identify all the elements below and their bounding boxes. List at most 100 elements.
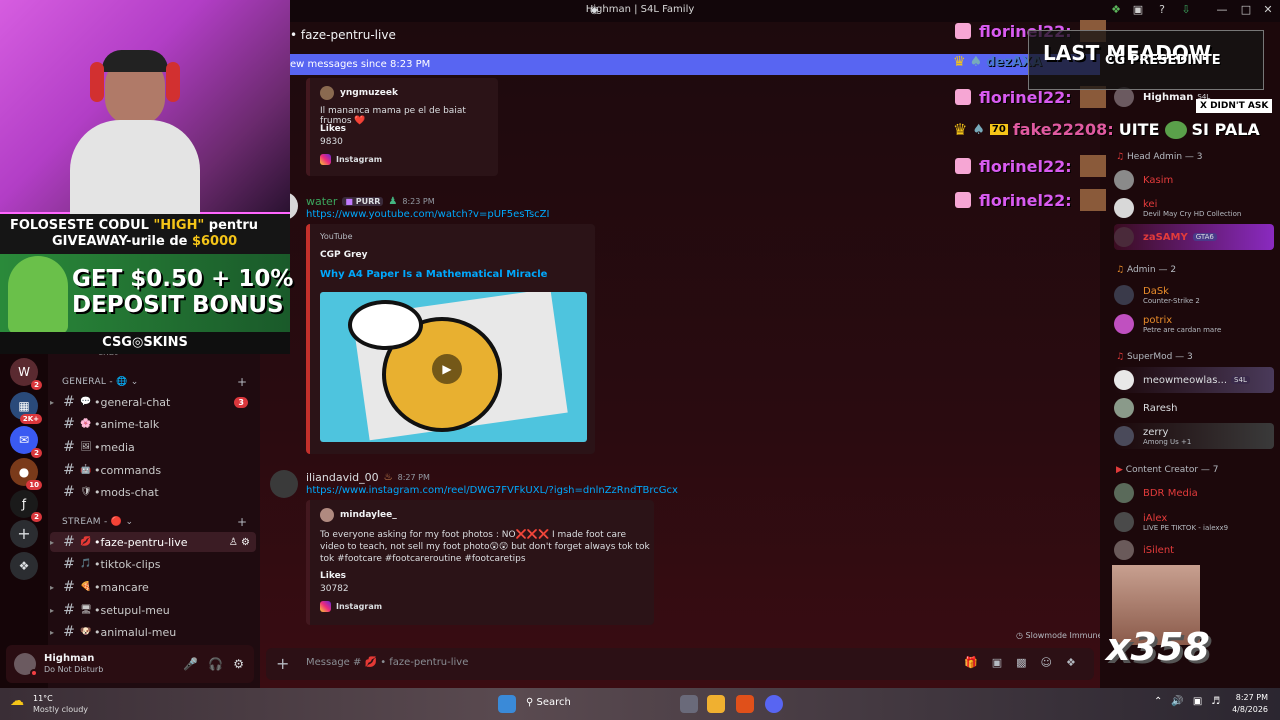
invite-and-settings-icons[interactable]: ♙ ⚙	[229, 537, 250, 548]
member-row[interactable]: Raresh	[1114, 395, 1177, 421]
taskview-icon[interactable]	[680, 695, 698, 713]
slowmode-indicator: ◷ Slowmode Immune	[1016, 631, 1103, 640]
video-title[interactable]: Why A4 Paper Is a Mathematical Miracle	[320, 269, 547, 280]
gear-icon[interactable]: ⚙	[233, 657, 244, 671]
add-channel-icon[interactable]: +	[237, 515, 247, 529]
apps-icon[interactable]: ❖	[1066, 656, 1076, 669]
emote-counter: x358	[1106, 625, 1210, 669]
start-icon[interactable]	[498, 695, 516, 713]
embed-author[interactable]: mindaylee_	[340, 510, 397, 520]
network-icon[interactable]: ▣	[1193, 696, 1202, 707]
channel-setupul-meu[interactable]: ▸ # 🖥 • setupul-meu	[50, 600, 256, 620]
hash-icon: #	[63, 394, 75, 410]
weather-icon: ☁	[10, 693, 24, 709]
likes-count: 30782	[320, 584, 349, 594]
microphone-icon[interactable]: 🎤	[183, 657, 198, 671]
avatar[interactable]	[270, 470, 298, 498]
emoji-icon[interactable]: ☺	[1041, 656, 1052, 669]
discover-icon[interactable]: ❖	[10, 552, 38, 580]
server-icon-dark[interactable]: ƒ2	[10, 490, 42, 522]
channel-faze-pentru-live[interactable]: ▸ # 💋 • faze-pentru-live ♙ ⚙	[50, 532, 256, 552]
file-explorer-icon[interactable]	[707, 695, 725, 713]
channel-general-chat[interactable]: ▸ # 💬 • general-chat 3	[50, 392, 256, 412]
member-name: iSilent	[1143, 544, 1175, 556]
weather-temp[interactable]: 11°C	[33, 694, 53, 703]
overlay-chat-line: florinel22:	[955, 189, 1106, 211]
likes-label: Likes	[320, 124, 347, 134]
member-row[interactable]: meowmeowlas... S4L	[1114, 367, 1274, 393]
member-name: meowmeowlas...	[1143, 374, 1228, 386]
speaker-icon[interactable]: ♬	[1211, 696, 1220, 707]
video-thumbnail[interactable]: ▶	[320, 292, 587, 442]
channel-media[interactable]: # 🖼 • media	[50, 437, 256, 457]
computer-icon: 🖥	[80, 605, 92, 615]
gift-icon[interactable]: 🎁	[964, 656, 978, 669]
member-row[interactable]: iSilent	[1114, 537, 1174, 563]
avatar[interactable]	[14, 653, 38, 677]
discord-icon[interactable]	[765, 695, 783, 713]
channel-label: general-chat	[100, 395, 171, 409]
attach-plus-icon[interactable]: +	[276, 654, 289, 673]
member-row[interactable]: DaSk Counter-Strike 2	[1114, 282, 1200, 308]
server-icon-w[interactable]: W2	[10, 358, 42, 390]
member-row[interactable]: potrix Petre are cardan mare	[1114, 311, 1221, 337]
clock-date[interactable]: 4/8/2026	[1228, 705, 1268, 714]
volume-icon[interactable]: 🔊	[1171, 696, 1183, 707]
channel-commands[interactable]: # 🤖 • commands	[50, 460, 256, 480]
weather-desc[interactable]: Mostly cloudy	[33, 705, 88, 714]
message-input[interactable]: Message # 💋 • faze-pentru-live	[306, 657, 468, 668]
search-box[interactable]: ⚲ Search	[526, 697, 571, 708]
help-icon[interactable]: ?	[1154, 3, 1170, 19]
member-row[interactable]: zerry Among Us +1	[1114, 423, 1274, 449]
maximize-button[interactable]: □	[1238, 3, 1254, 19]
globe-icon: 🌐	[116, 377, 128, 387]
minimize-button[interactable]: —	[1214, 3, 1230, 19]
tray-icons[interactable]: ⌃ 🔊 ▣ ♬	[1154, 696, 1220, 707]
inbox-icon[interactable]: ▣	[1130, 3, 1146, 19]
author-tag: ■ PURR	[342, 197, 384, 206]
close-button[interactable]: ✕	[1260, 3, 1276, 19]
server-icon-blue[interactable]: ✉ 2	[10, 426, 42, 458]
gift-icon	[955, 158, 971, 174]
member-row[interactable]: zaSAMY GTA6	[1114, 224, 1274, 250]
member-status: Among Us +1	[1143, 437, 1192, 446]
member-row[interactable]: iAlex LIVE PE TIKTOK - ialexx9	[1114, 509, 1228, 535]
chevron-up-icon[interactable]: ⌃	[1154, 696, 1162, 707]
sticker-icon[interactable]: ▩	[1016, 656, 1026, 669]
headphones-icon[interactable]: 🎧	[208, 657, 223, 671]
channel-anime-talk[interactable]: # 🌸 • anime-talk	[50, 414, 256, 434]
member-row[interactable]: kei Devil May Cry HD Collection	[1114, 195, 1241, 221]
instagram-link[interactable]: https://www.instagram.com/reel/DWG7FVFkU…	[306, 485, 678, 496]
channel-animalul-meu[interactable]: ▸ # 🐶 • animalul-meu	[50, 622, 256, 642]
user-panel: Highman Do Not Disturb 🎤 🎧 ⚙	[6, 645, 254, 683]
channel-mods-chat[interactable]: # 🛡 • mods-chat	[50, 482, 256, 502]
embed-author[interactable]: yngmuzeek	[340, 88, 398, 98]
shield-icon: 🛡	[80, 487, 92, 497]
header-prefix: •	[290, 28, 298, 42]
member-row[interactable]: Kasim	[1114, 167, 1173, 193]
robot-icon: 🤖	[80, 465, 92, 475]
message-author[interactable]: iliandavid_00	[306, 471, 379, 484]
member-row[interactable]: BDR Media	[1114, 480, 1198, 506]
clock-time[interactable]: 8:27 PM	[1234, 693, 1268, 702]
channel-mancare[interactable]: ▸ # 🍕 • mancare	[50, 577, 256, 597]
add-channel-icon[interactable]: +	[237, 375, 247, 389]
role-icon: ♫	[1116, 152, 1125, 162]
server-badge: 10	[26, 480, 42, 490]
leaf-icon[interactable]: ❖	[1108, 3, 1124, 19]
embed-channel[interactable]: CGP Grey	[320, 250, 368, 260]
download-icon[interactable]: ⇩	[1178, 3, 1194, 19]
category-general[interactable]: GENERAL - 🌐 ⌄	[62, 377, 139, 387]
play-icon[interactable]: ▶	[432, 354, 462, 384]
brave-icon[interactable]	[736, 695, 754, 713]
message-author[interactable]: water	[306, 195, 337, 208]
channel-tiktok-clips[interactable]: # 🎵 • tiktok-clips	[50, 554, 256, 574]
youtube-link[interactable]: https://www.youtube.com/watch?v=pUF5esTs…	[306, 209, 549, 220]
promo-line-2: GIVEAWAY-urile de $6000	[52, 234, 238, 249]
server-icon-folder[interactable]: ▦ 2K+	[10, 392, 42, 424]
blossom-icon: 🌸	[80, 419, 92, 429]
category-stream[interactable]: STREAM - 🔴 ⌄	[62, 517, 133, 527]
add-server-icon[interactable]: +	[10, 520, 38, 548]
server-icon-orange[interactable]: ● 10	[10, 458, 42, 490]
gif-icon[interactable]: ▣	[992, 656, 1002, 669]
